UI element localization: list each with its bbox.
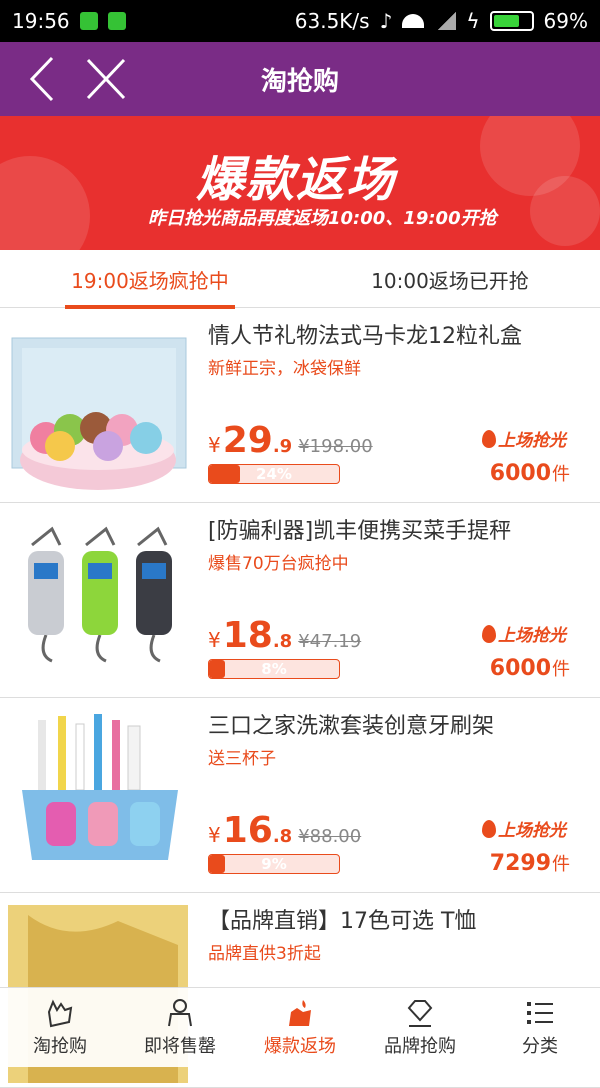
nav-hot-return[interactable]: 爆款返场 xyxy=(240,988,360,1068)
price-decimal: .9 xyxy=(272,436,293,457)
banner-title: 爆款返场 xyxy=(196,152,397,208)
toothbrush-holder-image xyxy=(22,714,178,860)
diamond-icon xyxy=(407,1000,433,1027)
sold-progress-bar: 8% xyxy=(208,659,340,679)
product-price: ¥ 16 .8 ¥88.00 xyxy=(208,810,361,851)
session-tabs: 19:00返场疯抢中 10:00返场已开抢 xyxy=(0,250,600,309)
list-icon xyxy=(527,1002,553,1024)
stock-number: 7299 xyxy=(489,851,551,876)
product-price: ¥ 18 .8 ¥47.19 xyxy=(208,615,361,656)
nav-label: 即将售罄 xyxy=(144,1036,216,1057)
product-desc: 爆售70万台疯抢中 xyxy=(208,554,349,574)
product-item[interactable]: [防骗利器]凯丰便携买菜手提秤 爆售70万台疯抢中 ¥ 18 .8 ¥47.19… xyxy=(0,503,600,698)
product-title: [防骗利器]凯丰便携买菜手提秤 xyxy=(208,519,512,544)
nav-label: 淘抢购 xyxy=(33,1036,87,1057)
title-bar: 淘抢购 xyxy=(0,42,600,116)
banner-decoration xyxy=(0,156,90,250)
stock-unit: 件 xyxy=(552,659,570,680)
wifi-icon xyxy=(402,14,425,28)
close-button[interactable] xyxy=(84,54,128,104)
nav-category[interactable]: 分类 xyxy=(480,988,600,1068)
nav-brand-sale[interactable]: 品牌抢购 xyxy=(360,988,480,1068)
tab-1900[interactable]: 19:00返场疯抢中 xyxy=(0,250,300,309)
currency-symbol: ¥ xyxy=(208,433,221,457)
badge-label: 上场抢光 xyxy=(498,626,566,646)
stock-count: 6000 件 xyxy=(490,460,570,486)
original-price: ¥47.19 xyxy=(298,631,362,652)
status-bar: 19:56 63.5K/s ♪ ϟ 69% xyxy=(0,0,600,42)
android-notification-icon xyxy=(107,12,126,30)
promo-banner[interactable]: 爆款返场 昨日抢光商品再度返场10:00、19:00开抢 xyxy=(0,116,600,250)
price-integer: 18 xyxy=(222,615,273,656)
price-integer: 29 xyxy=(222,420,273,461)
progress-label: 9% xyxy=(261,855,287,873)
flame-icon xyxy=(482,819,496,838)
battery-icon xyxy=(489,11,534,31)
flame-icon xyxy=(482,624,496,643)
progress-label: 24% xyxy=(256,465,292,483)
fire-hand-icon xyxy=(289,1000,311,1026)
nav-label: 爆款返场 xyxy=(264,1036,336,1057)
nav-soon-sold-out[interactable]: 即将售罄 xyxy=(120,988,240,1068)
currency-symbol: ¥ xyxy=(208,823,221,847)
original-price: ¥198.00 xyxy=(298,436,373,457)
currency-symbol: ¥ xyxy=(208,628,221,652)
stock-unit: 件 xyxy=(552,854,570,875)
price-decimal: .8 xyxy=(272,826,293,847)
sold-progress-bar: 9% xyxy=(208,854,340,874)
product-title: 【品牌直销】17色可选 T恤 xyxy=(208,909,477,934)
scale-image xyxy=(28,526,172,663)
net-speed: 63.5K/s xyxy=(294,9,370,33)
stock-number: 6000 xyxy=(489,461,551,486)
nav-taoqianggou[interactable]: 淘抢购 xyxy=(0,988,120,1068)
stock-number: 6000 xyxy=(489,656,551,681)
product-desc: 送三杯子 xyxy=(208,749,276,769)
product-item[interactable]: 情人节礼物法式马卡龙12粒礼盒 新鲜正宗，冰袋保鲜 ¥ 29 .9 ¥198.0… xyxy=(0,308,600,503)
macaron-image xyxy=(11,337,187,490)
product-item[interactable]: 三口之家洗漱套装创意牙刷架 送三杯子 ¥ 16 .8 ¥88.00 9% 上场抢… xyxy=(0,698,600,893)
product-price: ¥ 29 .9 ¥198.00 xyxy=(208,420,373,461)
app-notification-icon xyxy=(79,12,98,30)
product-title: 三口之家洗漱套装创意牙刷架 xyxy=(208,714,495,739)
bottom-navigation: 淘抢购 即将售罄 爆款返场 品牌抢购 分类 xyxy=(0,987,600,1067)
back-button[interactable] xyxy=(22,54,66,104)
clock-hand-icon xyxy=(168,999,192,1027)
stock-unit: 件 xyxy=(552,464,570,485)
nav-label: 品牌抢购 xyxy=(384,1036,456,1057)
price-decimal: .8 xyxy=(272,631,293,652)
sold-progress-bar: 24% xyxy=(208,464,340,484)
progress-label: 8% xyxy=(261,660,287,678)
status-time: 19:56 xyxy=(12,9,70,33)
sold-out-badge: 上场抢光 xyxy=(482,621,566,646)
stock-count: 6000 件 xyxy=(490,655,570,681)
product-title: 情人节礼物法式马卡龙12粒礼盒 xyxy=(208,324,522,349)
sold-out-badge: 上场抢光 xyxy=(482,816,566,841)
stock-count: 7299 件 xyxy=(490,850,570,876)
original-price: ¥88.00 xyxy=(298,826,362,847)
price-integer: 16 xyxy=(222,810,273,851)
badge-label: 上场抢光 xyxy=(498,821,566,841)
banner-decoration xyxy=(530,176,600,246)
product-desc: 新鲜正宗，冰袋保鲜 xyxy=(208,359,361,379)
chevron-left-icon xyxy=(29,56,54,102)
banner-subtitle: 昨日抢光商品再度返场10:00、19:00开抢 xyxy=(148,208,497,229)
close-icon xyxy=(86,58,126,100)
nav-label: 分类 xyxy=(522,1036,558,1057)
badge-label: 上场抢光 xyxy=(498,431,566,451)
hand-icon xyxy=(47,999,73,1028)
charging-icon: ϟ xyxy=(466,9,480,33)
product-list: 情人节礼物法式马卡龙12粒礼盒 新鲜正宗，冰袋保鲜 ¥ 29 .9 ¥198.0… xyxy=(0,308,600,1088)
sold-out-badge: 上场抢光 xyxy=(482,426,566,451)
battery-percent: 69% xyxy=(543,9,588,33)
signal-icon xyxy=(434,12,457,30)
mute-icon: ♪ xyxy=(379,9,393,33)
product-desc: 品牌直供3折起 xyxy=(208,944,321,964)
flame-icon xyxy=(482,429,496,448)
tab-1000[interactable]: 10:00返场已开抢 xyxy=(300,250,600,308)
